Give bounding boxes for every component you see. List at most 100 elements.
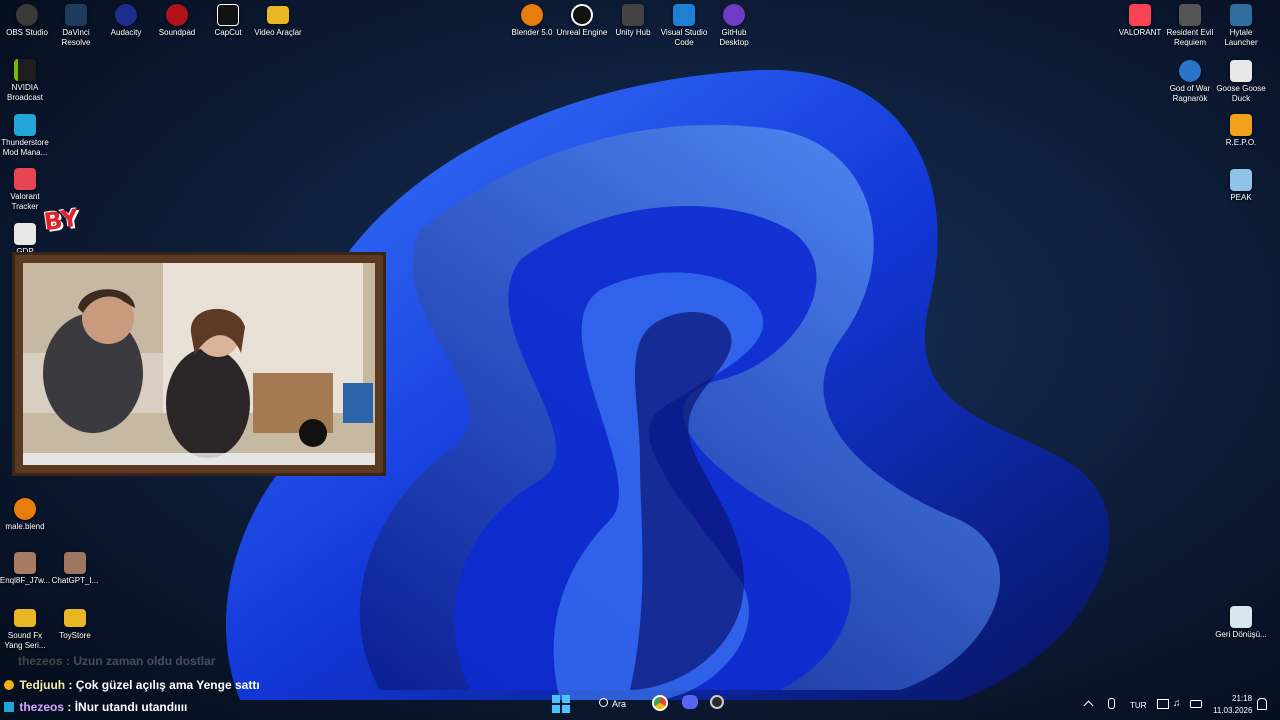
desktop-icon-label: Thunderstore Mod Mana... [1,138,49,157]
desktop-icon-label: Visual Studio Code [660,28,708,47]
folder-icon [267,6,289,24]
god-of-war-icon [1179,60,1201,82]
desktop-icon-label: R.E.P.O. [1225,138,1257,147]
desktop-icon-nvidia-broadcast[interactable]: NVIDIA Broadcast [0,55,52,103]
volume-icon[interactable]: ♫ [1173,698,1181,709]
taskbar-search[interactable]: Ara [596,697,644,713]
desktop-icon-github-desktop[interactable]: GitHub Desktop [707,0,761,48]
obs-taskbar-button[interactable] [710,695,730,715]
notification-icon[interactable] [1257,698,1267,710]
image-file-icon [64,552,86,574]
desktop-icon-label: Unreal Engine [556,28,608,37]
desktop-icon-label: NVIDIA Broadcast [6,83,44,102]
nvidia-icon [14,59,36,81]
desktop-icon-god-of-war[interactable]: God of War Ragnarök [1163,56,1217,104]
badge-icon [4,680,14,690]
vscode-icon [673,4,695,26]
desktop-icon-label: Video Araçlar [254,28,302,37]
taskbar: Ara TUR ♫ 21:18 11.03.2026 [0,690,1280,720]
desktop-icon-valorant-tracker[interactable]: Valorant Tracker [0,164,52,212]
desktop-icon-label: male.blend [5,522,45,531]
clock-time[interactable]: 21:18 [1232,694,1252,703]
desktop-icon-audacity[interactable]: Audacity [99,0,153,38]
desktop-icon-recycle-bin[interactable]: Geri Dönüşü... [1214,602,1268,640]
desktop-icon-obs-studio[interactable]: OBS Studio [0,0,54,38]
desktop-icon-blender[interactable]: Blender 5.0 [505,0,559,38]
desktop-icon-unity-hub[interactable]: Unity Hub [606,0,660,38]
webcam-scene [23,263,375,465]
language-indicator[interactable]: TUR [1130,701,1146,710]
desktop-icon-label: God of War Ragnarök [1169,84,1211,103]
recycle-bin-icon [1230,606,1252,628]
capcut-icon [217,4,239,26]
blender-icon [521,4,543,26]
desktop-icon-toystore-folder[interactable]: ToyStore [48,603,102,641]
desktop-icon-capcut[interactable]: CapCut [201,0,255,38]
desktop-icon-vscode[interactable]: Visual Studio Code [657,0,711,48]
valorant-icon [1129,4,1151,26]
goose-icon [1230,60,1252,82]
folder-icon [64,609,86,627]
chevron-up-icon[interactable] [1083,700,1094,711]
github-desktop-icon [723,4,745,26]
audacity-icon [115,4,137,26]
microphone-icon[interactable] [1108,698,1115,709]
discord-taskbar-button[interactable] [682,695,702,715]
desktop-icon-soundpad[interactable]: Soundpad [150,0,204,38]
chat-username: thezeos [18,654,63,668]
resident-evil-icon [1179,4,1201,26]
battery-icon[interactable] [1190,700,1202,708]
repo-icon [1230,114,1252,136]
desktop-icon-label: ToyStore [59,631,91,640]
blend-file-icon [14,498,36,520]
webcam-feed [23,263,375,465]
windows-logo-icon [552,695,570,713]
desktop-icon-label: Enql8F_J7w... [0,576,51,585]
desktop-icon-sound-fx-folder[interactable]: Sound Fx Yang Seri... [0,603,52,651]
webcam-overlay [12,252,386,476]
hytale-icon [1230,4,1252,26]
desktop-icon-image-enql8f[interactable]: Enql8F_J7w... [0,548,52,586]
tracker-icon [14,168,36,190]
desktop-icon-label: Soundpad [158,28,196,37]
thunderstore-icon [14,114,36,136]
desktop-icon-male-blend[interactable]: male.blend [0,494,52,532]
desktop-icon-unreal-engine[interactable]: Unreal Engine [555,0,609,38]
display-icon[interactable] [1157,699,1169,709]
chrome-taskbar-button[interactable] [652,695,672,715]
desktop-icon-label: VALORANT [1118,28,1162,37]
desktop-icon-peak[interactable]: PEAK [1214,165,1268,203]
search-label: Ara [612,699,627,709]
desktop-icon-label: Resident Evil Requiem [1166,28,1214,47]
desktop-icon-hytale[interactable]: Hytale Launcher [1214,0,1268,48]
desktop-icon-repo[interactable]: R.E.P.O. [1214,110,1268,148]
desktop-icon-thunderstore[interactable]: Thunderstore Mod Mana... [0,110,52,158]
desktop-icon-resident-evil[interactable]: Resident Evil Requiem [1163,0,1217,48]
obs-icon [710,695,724,709]
desktop-icon-image-chatgpt[interactable]: ChatGPT_I... [48,548,102,586]
obs-icon [16,4,38,26]
unity-icon [622,4,644,26]
desktop-icon-davinci-resolve[interactable]: DaVinci Resolve [49,0,103,48]
clock-date[interactable]: 11.03.2026 [1213,706,1252,715]
desktop-icon-label: PEAK [1230,193,1252,202]
desktop-icon-video-araclar[interactable]: Video Araçlar [251,0,305,38]
start-button[interactable] [552,695,572,715]
desktop-icon-label: ChatGPT_I... [51,576,99,585]
desktop-icon-label: Goose Goose Duck [1216,84,1266,103]
chrome-icon [652,695,668,711]
chat-message: thezeos : Uzun zaman oldu dostlar [18,654,216,668]
image-file-icon [14,552,36,574]
desktop-icon-label: Geri Dönüşü... [1215,630,1267,639]
desktop-icon-label: Unity Hub [615,28,651,37]
peak-icon [1230,169,1252,191]
desktop-icon-label: GitHub Desktop [719,28,749,47]
desktop-icon-label: CapCut [214,28,242,37]
folder-icon [14,609,36,627]
chat-text: Uzun zaman oldu dostlar [73,654,216,668]
gdp-icon [14,223,36,245]
soundpad-icon [166,4,188,26]
desktop-icon-valorant[interactable]: VALORANT [1113,0,1167,38]
desktop-icon-goose-goose-duck[interactable]: Goose Goose Duck [1214,56,1268,104]
desktop-icon-label: Blender 5.0 [511,28,553,37]
